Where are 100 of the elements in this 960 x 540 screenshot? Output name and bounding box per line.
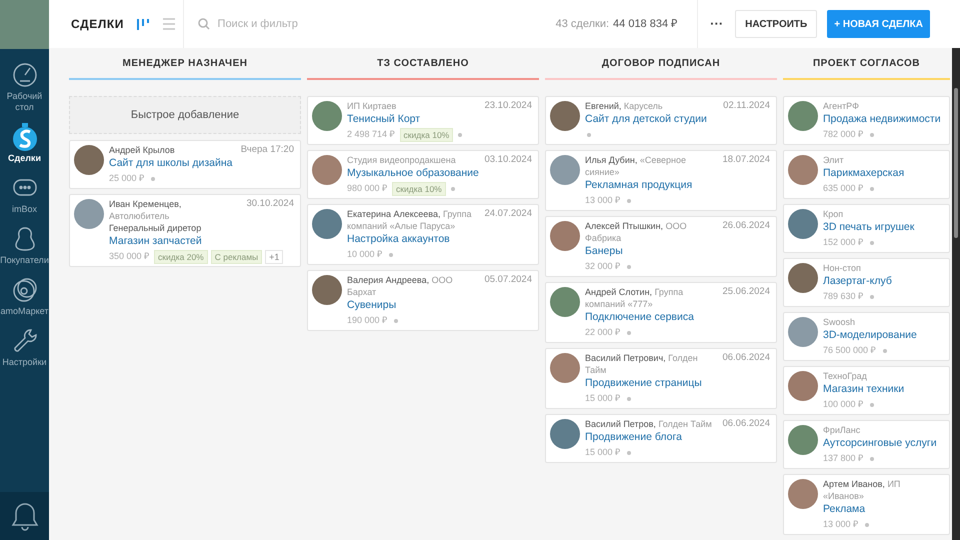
sidebar-item[interactable]: imBox <box>0 172 49 217</box>
deal-title[interactable]: Сувениры <box>347 298 396 313</box>
contact-info: Нон-стоп <box>823 262 862 274</box>
bell-icon[interactable] <box>10 501 40 531</box>
deal-date: 02.11.2024 <box>723 100 770 112</box>
deal-title[interactable]: Реклама <box>823 502 866 517</box>
deal-card[interactable]: ТехноГрад Магазин техники 100 000 ₽ <box>783 366 950 415</box>
deal-title[interactable]: Продвижение блога <box>585 430 682 445</box>
deal-card[interactable]: Евгений, Карусель 02.11.2024 Сайт для детской студии <box>545 96 777 145</box>
deal-date: 18.07.2024 <box>722 154 770 166</box>
deal-title[interactable]: Магазин техники <box>823 382 904 397</box>
more-button[interactable]: ··· <box>698 14 736 34</box>
avatar-photo-placeholder <box>788 263 818 293</box>
contact-info: Илья Дубин, «Северное сияние» <box>585 154 688 178</box>
pipeline-view-icon[interactable] <box>136 17 150 31</box>
deal-title[interactable]: Сайт для школы дизайна <box>109 156 232 171</box>
gauge-icon <box>10 61 38 89</box>
avatar-photo-placeholder <box>550 353 580 383</box>
deal-tag[interactable]: скидка 20% <box>154 250 208 264</box>
deal-price: 137 800 ₽ <box>823 452 864 465</box>
quick-add-button[interactable]: Быстрое добавление <box>69 96 301 134</box>
sidebar-item[interactable]: Рабочий стол <box>0 59 49 115</box>
deal-price: 2 498 714 ₽ <box>347 128 395 141</box>
deal-title[interactable]: Настройка аккаунтов <box>347 232 450 247</box>
column-header: МЕНЕДЖЕР НАЗНАЧЕН <box>69 48 301 80</box>
deal-card[interactable]: ФриЛанс Аутсорсинговые услуги 137 800 ₽ <box>783 420 950 469</box>
deal-card[interactable]: Кроп 3D печать игрушек 152 000 ₽ <box>783 204 950 253</box>
sidebar-item[interactable]: Сделки <box>0 121 49 166</box>
deal-card[interactable]: Валерия Андреева, ООО Бархат 05.07.2024 Сувениры 190 000 ₽ <box>307 270 539 331</box>
contact-info: ТехноГрад <box>823 370 868 382</box>
sidebar-item[interactable]: Настройки <box>0 325 49 370</box>
deal-title[interactable]: Аутсорсинговые услуги <box>823 436 937 451</box>
deals-total: 44 018 834 ₽ <box>613 16 678 32</box>
avatar-photo-placeholder <box>74 199 104 229</box>
deal-card[interactable]: Алексей Птышкин, ООО Фабрика 26.06.2024 Банеры 32 000 ₽ <box>545 216 777 277</box>
deal-price: 15 000 ₽ <box>585 446 620 459</box>
deal-tag[interactable]: С рекламы <box>210 250 262 264</box>
avatar-photo-placeholder <box>788 209 818 239</box>
deal-title[interactable]: Лазертаг-клуб <box>823 274 892 289</box>
sidebar-item[interactable]: Покупатели <box>0 223 49 268</box>
deal-date: 25.06.2024 <box>722 286 770 298</box>
deal-card[interactable]: Андрей Крылов Вчера 17:20 Сайт для школы дизайна 25 000 ₽ <box>69 140 301 189</box>
deal-title[interactable]: Парикмахерская <box>823 166 904 181</box>
contact-info: Екатерина Алексеева, Группа компаний «Алые Паруса» <box>347 208 473 232</box>
deal-price: 190 000 ₽ <box>347 314 388 327</box>
column-header: ДОГОВОР ПОДПИСАН <box>545 48 777 80</box>
deal-price: 76 500 000 ₽ <box>823 344 876 357</box>
deal-title[interactable]: Магазин запчастей <box>109 234 202 249</box>
deal-title[interactable]: Продажа недвижимости <box>823 112 941 127</box>
deal-date: Вчера 17:20 <box>240 144 294 156</box>
deal-card[interactable]: Василий Петров, Голден Тайм 06.06.2024 Продвижение блога 15 000 ₽ <box>545 414 777 463</box>
deal-title[interactable]: Подключение сервиса <box>585 310 694 325</box>
deal-price: 100 000 ₽ <box>823 398 864 411</box>
deal-card[interactable]: АгентРФ Продажа недвижимости 782 000 ₽ <box>783 96 950 145</box>
contact-info: Андрей Крылов <box>109 144 176 156</box>
deals-count: 43 сделки: <box>556 16 610 32</box>
deal-price: 980 000 ₽ <box>347 182 388 195</box>
deal-title[interactable]: Музыкальное образование <box>347 166 479 181</box>
avatar-photo-placeholder <box>312 275 342 305</box>
deal-date: 23.10.2024 <box>484 100 532 112</box>
deal-card[interactable]: Иван Кременцев, Автолюбитель 30.10.2024 Генеральный диретор Магазин запчастей 350 000 ₽ скидка 20% С рекламы +1 <box>69 194 301 267</box>
column-header: ТЗ СОСТАВЛЕНО <box>307 48 539 80</box>
deal-title[interactable]: Продвижение страницы <box>585 376 702 391</box>
contact-info: АгентРФ <box>823 100 860 112</box>
deal-card[interactable]: Василий Петрович, Голден Тайм 06.06.2024 Продвижение страницы 15 000 ₽ <box>545 348 777 409</box>
avatar-photo-placeholder <box>550 287 580 317</box>
scrollbar[interactable] <box>952 48 960 540</box>
deal-date: 05.07.2024 <box>484 274 532 286</box>
avatar-photo-placeholder <box>312 155 342 185</box>
deal-card[interactable]: Swoosh 3D-моделирование 76 500 000 ₽ <box>783 312 950 361</box>
deal-date: 06.06.2024 <box>722 352 770 364</box>
new-deal-button[interactable]: + НОВАЯ СДЕЛКА <box>827 10 930 38</box>
contact-info: Валерия Андреева, ООО Бархат <box>347 274 454 298</box>
deal-card[interactable]: Нон-стоп Лазертаг-клуб 789 630 ₽ <box>783 258 950 307</box>
deal-price: 13 000 ₽ <box>585 194 620 207</box>
deal-title[interactable]: Тенисный Корт <box>347 112 420 127</box>
deal-title[interactable]: Сайт для детской студии <box>585 112 707 127</box>
deal-card[interactable]: Илья Дубин, «Северное сияние» 18.07.2024 Рекламная продукция 13 000 ₽ <box>545 150 777 211</box>
deal-price: 789 630 ₽ <box>823 290 864 303</box>
deal-card[interactable]: Андрей Слотин, Группа компаний «777» 25.06.2024 Подключение сервиса 22 000 ₽ <box>545 282 777 343</box>
deal-card[interactable]: ИП Киртаев 23.10.2024 Тенисный Корт 2 498 714 ₽ скидка 10% <box>307 96 539 145</box>
contact-info: ФриЛанс <box>823 424 862 436</box>
contact-info: Василий Петров, Голден Тайм <box>585 418 713 430</box>
sidebar-item[interactable]: amoМаркет <box>0 274 49 319</box>
deal-price: 10 000 ₽ <box>347 248 382 261</box>
deal-card[interactable]: Артем Иванов, ИП «Иванов» Реклама 13 000 ₽ <box>783 474 950 535</box>
deal-title[interactable]: Рекламная продукция <box>585 178 692 193</box>
deal-title[interactable]: Банеры <box>585 244 623 259</box>
deal-title[interactable]: 3D-моделирование <box>823 328 917 343</box>
contact-info: Андрей Слотин, Группа компаний «777» <box>585 286 684 310</box>
deal-card[interactable]: Екатерина Алексеева, Группа компаний «Алые Паруса» 24.07.2024 Настройка аккаунтов 10 000 ₽ <box>307 204 539 265</box>
deal-title[interactable]: 3D печать игрушек <box>823 220 914 235</box>
avatar-photo-placeholder <box>74 145 104 175</box>
deal-card[interactable]: Элит Парикмахерская 635 000 ₽ <box>783 150 950 199</box>
avatar-photo-placeholder <box>550 221 580 251</box>
configure-button[interactable]: НАСТРОИТЬ <box>735 10 818 38</box>
search-field[interactable]: Поиск и фильтр <box>218 16 518 32</box>
more-tags[interactable]: +1 <box>265 250 284 264</box>
deal-price: 25 000 ₽ <box>109 172 144 185</box>
deal-card[interactable]: Студия видеопродакшена 03.10.2024 Музыкальное образование 980 000 ₽ скидка 10% <box>307 150 539 199</box>
